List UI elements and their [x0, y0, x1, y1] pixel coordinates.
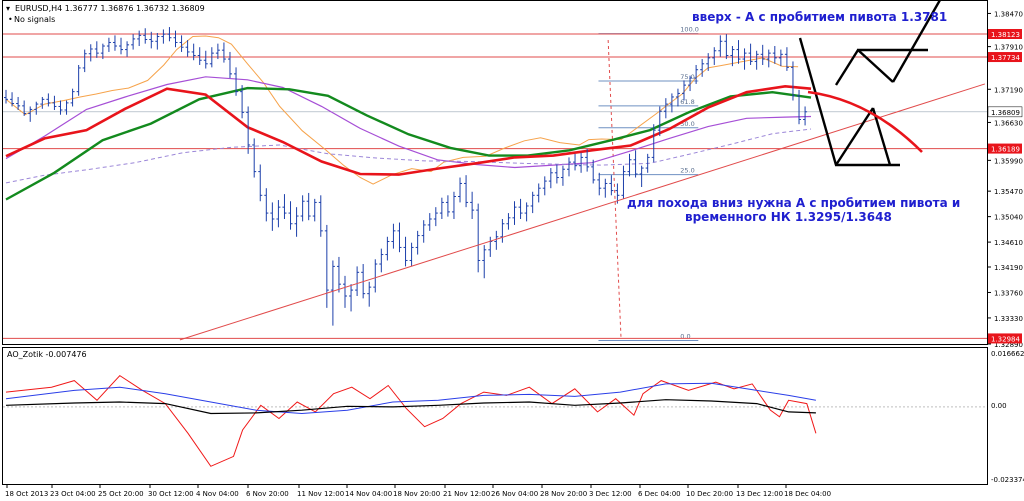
x-tick-label: 21 Nov 12:00	[443, 490, 490, 498]
x-tick-label: 6 Dec 04:00	[638, 490, 681, 498]
price-tag-label: 1.32984	[991, 335, 1020, 343]
x-tick-label: 18 Dec 04:00	[784, 490, 831, 498]
annotation-down-line2: временного НК 1.3295/1.3648	[685, 210, 892, 224]
price-tag-label: 1.36189	[991, 146, 1020, 154]
y-tick-label: 1.33760	[994, 289, 1023, 297]
signals-bullet: •	[8, 15, 13, 24]
x-tick-label: 6 Nov 20:00	[246, 490, 289, 498]
y-tick-label: 1.36630	[994, 119, 1023, 127]
ao-tick-top: 0.016662	[991, 350, 1024, 358]
x-tick-label: 23 Oct 04:00	[50, 490, 96, 498]
annotation-down-line1: для похода вниз нужна А с пробитием пиво…	[627, 196, 960, 210]
y-tick-label: 1.37910	[994, 44, 1023, 52]
fib-level-label: 61.8	[680, 98, 694, 106]
y-tick-label: 1.34190	[994, 264, 1023, 272]
x-tick-label: 26 Nov 04:00	[491, 490, 538, 498]
annotation-up: вверх - А с пробитием пивота 1.3781	[692, 10, 947, 24]
indicator-label: AO_Zotik -0.007476	[7, 350, 87, 359]
fib-level-label: 0.0	[680, 332, 690, 340]
chart-header: EURUSD,H4 1.36777 1.36876 1.36732 1.3680…	[15, 4, 205, 13]
x-tick-label: 10 Dec 20:00	[686, 490, 733, 498]
forex-chart: 100.075.061.850.025.00.0 1.384701.379101…	[0, 0, 1024, 501]
ao-tick-zero: 0.00	[991, 402, 1007, 410]
price-tag-label: 1.38123	[991, 31, 1020, 39]
y-tick-label: 1.35990	[994, 157, 1023, 165]
fib-level-label: 25.0	[680, 167, 694, 175]
y-tick-label: 1.38470	[994, 10, 1023, 18]
price-tag-label: 1.36809	[991, 109, 1020, 117]
x-tick-label: 28 Nov 20:00	[540, 490, 587, 498]
y-tick-label: 1.37190	[994, 86, 1023, 94]
y-tick-label: 1.35040	[994, 214, 1023, 222]
x-tick-label: 18 Oct 2013	[5, 490, 48, 498]
chart-header-triangle: ▾	[6, 4, 10, 13]
fib-level-label: 100.0	[680, 26, 699, 34]
x-tick-label: 4 Nov 04:00	[196, 490, 239, 498]
signals-status: No signals	[14, 15, 55, 24]
x-tick-label: 18 Nov 20:00	[393, 490, 440, 498]
x-tick-label: 30 Oct 12:00	[148, 490, 194, 498]
price-tag-label: 1.37734	[991, 54, 1020, 62]
y-tick-label: 1.35470	[994, 188, 1023, 196]
x-tick-label: 14 Nov 04:00	[345, 490, 392, 498]
x-tick-label: 3 Dec 12:00	[589, 490, 632, 498]
y-tick-label: 1.33330	[994, 315, 1023, 323]
x-tick-label: 25 Oct 20:00	[98, 490, 144, 498]
y-tick-label: 1.34610	[994, 239, 1023, 247]
fib-level-label: 75.0	[680, 73, 694, 81]
x-tick-label: 13 Dec 12:00	[736, 490, 783, 498]
ao-tick-bottom: -0.023374	[991, 476, 1024, 484]
x-tick-label: 11 Nov 12:00	[297, 490, 344, 498]
